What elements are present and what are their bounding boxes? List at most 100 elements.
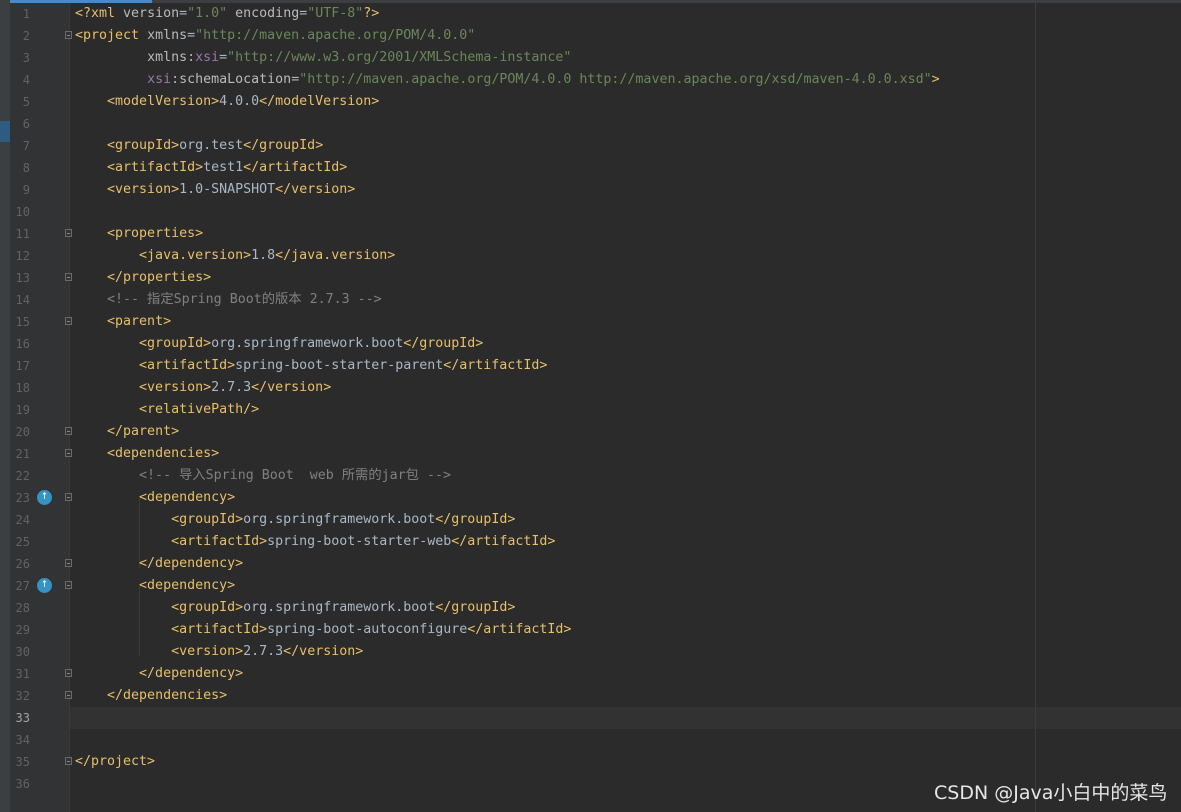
code-line[interactable]: 22 <!-- 导入Spring Boot web 所需的jar包 --> [0, 465, 1181, 487]
line-number[interactable]: 16 [10, 333, 30, 355]
line-code[interactable]: xmlns:xsi="http://www.w3.org/2001/XMLSch… [75, 47, 571, 69]
fold-marker-icon[interactable] [65, 229, 72, 237]
line-number[interactable]: 5 [10, 91, 30, 113]
code-line[interactable]: 30 <version>2.7.3</version> [0, 641, 1181, 663]
line-number[interactable]: 29 [10, 619, 30, 641]
fold-marker-icon[interactable] [65, 427, 72, 435]
code-line[interactable]: 28 <groupId>org.springframework.boot</gr… [0, 597, 1181, 619]
line-number[interactable]: 25 [10, 531, 30, 553]
code-line[interactable]: 10 [0, 201, 1181, 223]
line-code[interactable]: </dependency> [75, 553, 243, 575]
line-code[interactable]: <dependency> [75, 487, 235, 509]
code-line[interactable]: 14 <!-- 指定Spring Boot的版本 2.7.3 --> [0, 289, 1181, 311]
line-number[interactable]: 4 [10, 69, 30, 91]
code-line[interactable]: 33 [0, 707, 1181, 729]
code-line[interactable]: 24 <groupId>org.springframework.boot</gr… [0, 509, 1181, 531]
line-code[interactable]: <artifactId>spring-boot-starter-parent</… [75, 355, 547, 377]
line-number[interactable]: 35 [10, 751, 30, 773]
line-number[interactable]: 14 [10, 289, 30, 311]
line-number[interactable]: 27 [10, 575, 30, 597]
line-number[interactable]: 24 [10, 509, 30, 531]
line-code[interactable]: <relativePath/> [75, 399, 259, 421]
line-code[interactable]: </dependencies> [75, 685, 227, 707]
code-line[interactable]: 23 ↑ <dependency> [0, 487, 1181, 509]
line-code[interactable]: <dependencies> [75, 443, 219, 465]
code-line[interactable]: 31 </dependency> [0, 663, 1181, 685]
code-line[interactable]: 27 ↑ <dependency> [0, 575, 1181, 597]
fold-marker-icon[interactable] [65, 273, 72, 281]
line-number[interactable]: 3 [10, 47, 30, 69]
fold-marker-icon[interactable] [65, 559, 72, 567]
line-number[interactable]: 26 [10, 553, 30, 575]
line-code[interactable]: <version>2.7.3</version> [75, 641, 363, 663]
line-number[interactable]: 6 [10, 113, 30, 135]
line-number[interactable]: 12 [10, 245, 30, 267]
line-code[interactable]: <!-- 指定Spring Boot的版本 2.7.3 --> [75, 289, 382, 311]
code-line[interactable]: 8 <artifactId>test1</artifactId> [0, 157, 1181, 179]
line-number[interactable]: 19 [10, 399, 30, 421]
code-line[interactable]: 4 xsi:schemaLocation="http://maven.apach… [0, 69, 1181, 91]
line-code[interactable]: <?xml version="1.0" encoding="UTF-8"?> [75, 3, 379, 25]
fold-marker-icon[interactable] [65, 493, 72, 501]
line-number[interactable]: 2 [10, 25, 30, 47]
code-line[interactable]: 35 </project> [0, 751, 1181, 773]
code-line[interactable]: 6 [0, 113, 1181, 135]
line-code[interactable]: <artifactId>test1</artifactId> [75, 157, 347, 179]
code-line[interactable]: 9 <version>1.0-SNAPSHOT</version> [0, 179, 1181, 201]
code-line[interactable]: 25 <artifactId>spring-boot-starter-web</… [0, 531, 1181, 553]
line-number[interactable]: 1 [10, 3, 30, 25]
line-code[interactable]: <dependency> [75, 575, 235, 597]
line-code[interactable]: <groupId>org.test</groupId> [75, 135, 323, 157]
line-code[interactable]: </parent> [75, 421, 179, 443]
line-code[interactable]: <version>2.7.3</version> [75, 377, 331, 399]
code-line[interactable]: 20 </parent> [0, 421, 1181, 443]
code-line[interactable]: 19 <relativePath/> [0, 399, 1181, 421]
line-code[interactable]: <!-- 导入Spring Boot web 所需的jar包 --> [75, 465, 451, 487]
fold-marker-icon[interactable] [65, 669, 72, 677]
code-line[interactable]: 15 <parent> [0, 311, 1181, 333]
line-number[interactable]: 9 [10, 179, 30, 201]
line-number[interactable]: 13 [10, 267, 30, 289]
line-number[interactable]: 11 [10, 223, 30, 245]
fold-marker-icon[interactable] [65, 31, 72, 39]
code-line[interactable]: 21 <dependencies> [0, 443, 1181, 465]
fold-marker-icon[interactable] [65, 691, 72, 699]
line-code[interactable]: </project> [75, 751, 155, 773]
line-number[interactable]: 8 [10, 157, 30, 179]
line-number[interactable]: 34 [10, 729, 30, 751]
fold-marker-icon[interactable] [65, 449, 72, 457]
line-number[interactable]: 15 [10, 311, 30, 333]
code-line[interactable]: 17 <artifactId>spring-boot-starter-paren… [0, 355, 1181, 377]
code-line[interactable]: 3 xmlns:xsi="http://www.w3.org/2001/XMLS… [0, 47, 1181, 69]
line-number[interactable]: 7 [10, 135, 30, 157]
line-code[interactable]: <groupId>org.springframework.boot</group… [75, 509, 515, 531]
line-number[interactable]: 28 [10, 597, 30, 619]
code-line[interactable]: 29 <artifactId>spring-boot-autoconfigure… [0, 619, 1181, 641]
line-number[interactable]: 33 [10, 707, 30, 729]
code-line[interactable]: 2 <project xmlns="http://maven.apache.org… [0, 25, 1181, 47]
line-number[interactable]: 17 [10, 355, 30, 377]
maven-dependency-icon[interactable]: ↑ [37, 490, 52, 505]
line-code[interactable]: xsi:schemaLocation="http://maven.apache.… [75, 69, 940, 91]
line-code[interactable]: <artifactId>spring-boot-autoconfigure</a… [75, 619, 571, 641]
line-code[interactable]: <groupId>org.springframework.boot</group… [75, 597, 515, 619]
line-number[interactable]: 23 [10, 487, 30, 509]
code-line[interactable]: 5 <modelVersion>4.0.0</modelVersion> [0, 91, 1181, 113]
maven-dependency-icon[interactable]: ↑ [37, 578, 52, 593]
line-code[interactable]: <modelVersion>4.0.0</modelVersion> [75, 91, 379, 113]
line-code[interactable]: <parent> [75, 311, 171, 333]
code-line[interactable]: 26 </dependency> [0, 553, 1181, 575]
code-line[interactable]: 34 [0, 729, 1181, 751]
line-number[interactable]: 20 [10, 421, 30, 443]
line-code[interactable]: <properties> [75, 223, 203, 245]
code-line[interactable]: 11 <properties> [0, 223, 1181, 245]
line-code[interactable]: </properties> [75, 267, 211, 289]
code-line[interactable]: 7 <groupId>org.test</groupId> [0, 135, 1181, 157]
line-code[interactable]: </dependency> [75, 663, 243, 685]
line-code[interactable]: <groupId>org.springframework.boot</group… [75, 333, 483, 355]
line-code[interactable]: <version>1.0-SNAPSHOT</version> [75, 179, 355, 201]
code-line[interactable]: 13 </properties> [0, 267, 1181, 289]
line-number[interactable]: 22 [10, 465, 30, 487]
code-line[interactable]: 1 <?xml version="1.0" encoding="UTF-8"?> [0, 3, 1181, 25]
line-number[interactable]: 36 [10, 773, 30, 795]
